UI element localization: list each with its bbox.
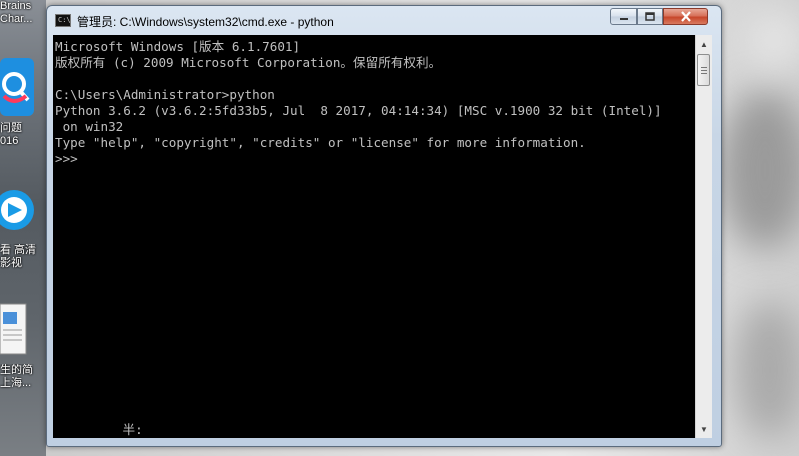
desktop-icon-label[interactable]: 生的简 上海... (0, 364, 46, 390)
console-line: C:\Users\Administrator>python (55, 87, 275, 102)
vertical-scrollbar[interactable]: ▲ ▼ (695, 35, 712, 438)
maximize-button[interactable] (637, 8, 663, 25)
console-line: Python 3.6.2 (v3.6.2:5fd33b5, Jul 8 2017… (55, 103, 662, 118)
minimize-button[interactable] (610, 8, 637, 25)
wallpaper-shape (720, 90, 799, 250)
label-line: Brains (0, 0, 32, 12)
console-line: 版权所有 (c) 2009 Microsoft Corporation。保留所有… (55, 55, 442, 70)
document-icon[interactable] (0, 302, 30, 361)
label-line: 问题 (0, 122, 22, 134)
cmd-icon-text: C:\ (58, 16, 71, 24)
close-button[interactable] (663, 8, 708, 25)
desktop-icon-label[interactable]: 看 高清 影视 (0, 244, 46, 270)
label-line: 上海... (0, 377, 32, 389)
console-line: Microsoft Windows [版本 6.1.7601] (55, 39, 301, 54)
scroll-thumb[interactable] (697, 54, 710, 86)
wallpaper-shape (735, 300, 799, 440)
console-prompt: >>> (55, 151, 78, 166)
label-line: 016 (0, 135, 19, 147)
scroll-down-arrow-icon[interactable]: ▼ (696, 421, 712, 437)
label-line: 看 高清 (0, 244, 37, 256)
console-line: on win32 (55, 119, 124, 134)
video-player-icon[interactable] (0, 185, 40, 240)
label-line: Char... (0, 13, 33, 25)
cmd-icon[interactable]: C:\ (55, 14, 71, 27)
minimize-icon (619, 17, 628, 20)
ime-status: 半: (77, 422, 143, 437)
console-line: Type "help", "copyright", "credits" or "… (55, 135, 586, 150)
window-title: 管理员: C:\Windows\system32\cmd.exe - pytho… (77, 15, 334, 29)
cmd-window[interactable]: C:\ 管理员: C:\Windows\system32\cmd.exe - p… (46, 5, 722, 447)
label-line: 生的简 (0, 364, 33, 376)
close-icon (680, 11, 691, 22)
scroll-up-arrow-icon[interactable]: ▲ (696, 36, 712, 52)
console-output[interactable]: Microsoft Windows [版本 6.1.7601] 版权所有 (c)… (53, 35, 695, 438)
baidu-zhidao-icon[interactable] (0, 58, 36, 123)
desktop-icon-label[interactable]: Brains Char... (0, 0, 46, 26)
desktop-icon-label[interactable]: 问题 016 (0, 122, 46, 148)
wallpaper-shape (745, 10, 799, 70)
desktop-icon-column: Brains Char... 问题 016 看 高清 影视 生的简 上海... (0, 0, 46, 456)
label-line: 影视 (0, 257, 22, 269)
title-bar[interactable]: C:\ 管理员: C:\Windows\system32\cmd.exe - p… (47, 6, 721, 34)
maximize-icon (645, 12, 655, 21)
